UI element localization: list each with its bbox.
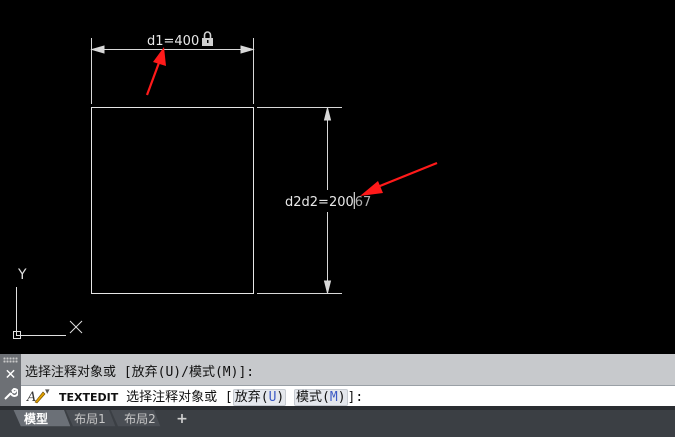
option-undo[interactable]: 放弃(U) [232, 389, 287, 406]
tab-layout2[interactable]: 布局2 [116, 410, 164, 428]
dimension-d2-label[interactable]: d2d2=200 [285, 195, 354, 210]
ucs-icon [13, 287, 83, 339]
option-mode-key: M [329, 390, 338, 405]
option-mode-label: 模式( [296, 390, 330, 405]
option-undo-label: 放弃( [234, 390, 269, 405]
dimension-d2-suffix: 67 [355, 195, 372, 210]
command-prompt-end: ]: [347, 390, 364, 405]
option-mode-close: ) [337, 390, 346, 405]
chevron-down-icon[interactable]: ▾ [45, 387, 50, 397]
rectangle-shape[interactable] [91, 107, 254, 294]
customize-wrench-icon[interactable] [3, 386, 19, 402]
drawing-canvas[interactable]: d1=400 d2d2=200 67 Y [0, 0, 675, 354]
drawing-svg[interactable]: d1=400 d2d2=200 67 Y [0, 0, 675, 354]
command-name: TEXTEDIT [59, 391, 119, 404]
lock-icon [202, 31, 213, 46]
grip-dots-icon[interactable] [3, 357, 18, 363]
ucs-y-label: Y [17, 267, 27, 283]
option-undo-close: ) [276, 390, 285, 405]
tab-layout1[interactable]: 布局1 [66, 410, 114, 428]
command-window-grip[interactable]: ✕ [0, 354, 21, 406]
command-prompt-text: 选择注释对象或 [ [126, 390, 233, 405]
close-icon[interactable]: ✕ [3, 367, 18, 383]
add-layout-button[interactable]: + [173, 410, 191, 428]
svg-text:A: A [26, 390, 36, 405]
command-input-line[interactable]: A ▾ TEXTEDIT 选择注释对象或 [放弃(U) 模式(M)]: [21, 385, 675, 406]
annotation-arrow-right [360, 161, 438, 196]
annotation-arrow-top [145, 47, 166, 96]
tab-model[interactable]: 模型 [12, 410, 60, 428]
option-mode[interactable]: 模式(M) [294, 389, 348, 406]
dimension-d1-label[interactable]: d1=400 [147, 34, 199, 49]
layout-tab-bar: 模型 布局1 布局2 + [0, 406, 675, 437]
command-window[interactable]: ✕ 选择注释对象或 [放弃(U)/模式(M)]: A ▾ TEXTEDIT 选择… [0, 354, 675, 406]
command-history-line: 选择注释对象或 [放弃(U)/模式(M)]: [21, 362, 675, 384]
text-edit-prompt-icon[interactable]: A ▾ [26, 387, 54, 405]
